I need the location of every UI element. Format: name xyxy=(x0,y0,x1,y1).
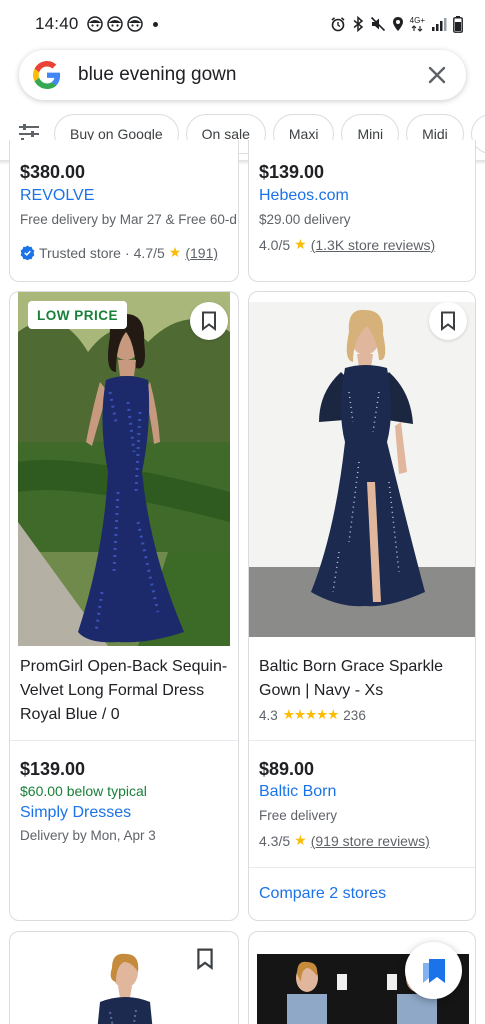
status-time: 14:40 xyxy=(35,14,79,33)
store-name[interactable]: REVOLVE xyxy=(20,187,94,205)
product-image[interactable]: LOW PRICE xyxy=(18,292,230,646)
low-price-badge: LOW PRICE xyxy=(28,301,127,329)
network-type: 4G+ xyxy=(409,15,425,32)
store-name[interactable]: Baltic Born xyxy=(259,783,336,801)
price-savings: $60.00 below typical xyxy=(20,783,147,799)
compare-stores-link[interactable]: Compare 2 stores xyxy=(259,885,386,903)
product-title-line: Velvet Long Formal Dress xyxy=(20,682,205,699)
save-bookmark-button[interactable] xyxy=(429,302,467,340)
delivery-info: $29.00 delivery xyxy=(259,212,351,227)
mute-icon xyxy=(370,16,385,32)
delivery-info: Free delivery by Mar 27 & Free 60-d xyxy=(20,212,237,227)
review-count: 236 xyxy=(343,707,366,723)
product-card-revolve[interactable]: $380.00 REVOLVE Free delivery by Mar 27 … xyxy=(9,140,239,282)
bookmark-icon xyxy=(202,311,216,331)
product-price: $380.00 xyxy=(20,162,86,182)
product-card-baltic-born[interactable]: Baltic Born Grace Sparkle Gown | Navy - … xyxy=(248,291,476,921)
star-icon: ★ xyxy=(294,832,307,848)
store-rating-row: Trusted store · 4.7/5 ★ (191) xyxy=(20,244,218,261)
system-icons: 4G+ xyxy=(330,15,463,33)
delivery-info: Delivery by Mon, Apr 3 xyxy=(20,828,156,843)
product-rating-row: 4.3 ★★★★★ 236 xyxy=(259,707,366,723)
product-price: $139.00 xyxy=(259,162,325,182)
google-logo-icon xyxy=(33,61,61,89)
more-notifications-dot xyxy=(152,21,158,27)
notification-face-icon xyxy=(106,16,123,32)
store-reviews-link[interactable]: (1.3K store reviews) xyxy=(311,237,435,253)
product-card-hebeos[interactable]: $139.00 Hebeos.com $29.00 delivery 4.0/5… xyxy=(248,140,476,282)
store-rating-row: 4.0/5 ★ (1.3K store reviews) xyxy=(259,236,435,253)
bluetooth-icon xyxy=(353,16,363,32)
verified-badge-icon xyxy=(20,245,35,260)
trusted-store-label: Trusted store xyxy=(39,244,121,261)
network-type-label: 4G+ xyxy=(409,15,425,25)
product-price: $89.00 xyxy=(259,759,315,779)
notification-icons xyxy=(86,16,158,32)
product-title-line: Royal Blue / 0 xyxy=(20,706,120,723)
product-card-promgirl[interactable]: LOW PRICE PromGirl Open-Back Sequin- Vel… xyxy=(9,291,239,921)
delivery-info: Free delivery xyxy=(259,808,338,823)
card-divider xyxy=(249,867,475,868)
star-icon: ★ xyxy=(294,236,307,252)
dress-photo-promgirl xyxy=(18,292,230,646)
clear-search-icon[interactable] xyxy=(426,64,448,86)
signal-icon xyxy=(432,18,447,31)
store-name[interactable]: Simply Dresses xyxy=(20,804,131,822)
store-rating: 4.7/5 xyxy=(133,244,165,261)
product-price: $139.00 xyxy=(20,759,86,779)
status-bar: 14:40 4G+ xyxy=(0,0,485,48)
bookmark-icon xyxy=(441,311,455,331)
store-reviews-link[interactable]: (919 store reviews) xyxy=(311,833,430,849)
review-count-link[interactable]: (191) xyxy=(185,245,218,261)
store-rating: 4.0/5 xyxy=(259,236,291,253)
save-bookmark-button[interactable] xyxy=(196,948,214,975)
product-title-line: Baltic Born Grace Sparkle xyxy=(259,658,444,675)
store-rating: 4.3/5 xyxy=(259,832,291,849)
notification-face-icon xyxy=(126,16,143,32)
product-rating: 4.3 xyxy=(259,707,278,723)
collections-bookmark-icon xyxy=(422,958,445,983)
battery-icon xyxy=(453,15,463,33)
separator: · xyxy=(124,244,130,261)
search-bar[interactable] xyxy=(19,50,466,100)
product-title[interactable]: Baltic Born Grace Sparkle Gown | Navy - … xyxy=(259,655,471,703)
data-arrows-icon xyxy=(411,24,423,32)
search-input[interactable] xyxy=(78,64,426,86)
product-card-partial[interactable] xyxy=(9,931,239,1024)
store-rating-row: 4.3/5 ★ (919 store reviews) xyxy=(259,832,430,849)
store-name[interactable]: Hebeos.com xyxy=(259,187,349,205)
saved-collections-button[interactable] xyxy=(405,942,462,999)
alarm-icon xyxy=(331,17,345,32)
product-image[interactable] xyxy=(80,942,170,1024)
product-title-line: PromGirl Open-Back Sequin- xyxy=(20,658,228,675)
card-divider xyxy=(10,740,238,741)
card-divider xyxy=(249,740,475,741)
save-bookmark-button[interactable] xyxy=(190,302,228,340)
product-title-line: Gown | Navy - Xs xyxy=(259,682,384,699)
product-image[interactable] xyxy=(249,302,475,637)
star-icon: ★ xyxy=(168,244,182,260)
notification-face-icon xyxy=(86,16,103,32)
location-icon xyxy=(392,17,403,31)
bookmark-icon xyxy=(197,948,213,970)
dress-photo-baltic-born xyxy=(249,302,475,637)
product-title[interactable]: PromGirl Open-Back Sequin- Velvet Long F… xyxy=(20,655,235,727)
rating-stars-icon: ★★★★★ xyxy=(282,707,340,722)
